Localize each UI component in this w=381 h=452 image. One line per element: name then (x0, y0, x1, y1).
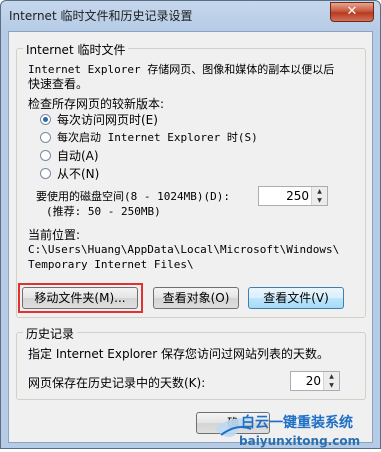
disk-space-label: 要使用的磁盘空间(8 - 1024MB)(D): (36, 190, 230, 203)
close-button[interactable]: ✕ (330, 2, 374, 22)
watermark: 白云一键重装系统 baiyunxitong.com (211, 409, 381, 449)
watermark-url: baiyunxitong.com (239, 434, 360, 448)
disk-space-value: 250 (286, 189, 309, 203)
radio-label: 每次启动 Internet Explorer 时(S) (57, 131, 258, 144)
radio-every-visit[interactable]: 每次访问网页时(E) (40, 111, 158, 127)
temp-files-group: Internet 临时文件 Internet Explorer 存储网页、图像和… (16, 41, 366, 318)
temp-files-group-label: Internet 临时文件 (23, 41, 129, 58)
location-path-line1: C:\Users\Huang\AppData\Local\Microsoft\W… (28, 243, 340, 256)
temp-files-description-line2: 快速查看。 (28, 77, 89, 91)
watermark-logo: 白云一键重装系统 baiyunxitong.com (215, 414, 360, 448)
spin-up-icon[interactable]: ▲ (312, 187, 327, 196)
title-bar[interactable]: Internet 临时文件和历史记录设置 ✕ (1, 1, 380, 29)
location-path-line2: Temporary Internet Files\ (28, 258, 194, 271)
spin-down-icon[interactable]: ▼ (324, 381, 339, 390)
history-description: 指定 Internet Explorer 保存您访问过网站列表的天数。 (28, 347, 330, 361)
history-group-label: 历史记录 (23, 325, 78, 342)
radio-label: 从不(N) (57, 166, 100, 181)
radio-indicator[interactable] (40, 149, 51, 161)
spinner-arrows[interactable]: ▲ ▼ (311, 187, 327, 205)
dialog-window: Internet 临时文件和历史记录设置 ✕ Internet 临时文件 Int… (0, 0, 381, 449)
move-folder-button[interactable]: 移动文件夹(M)... (22, 287, 138, 309)
radio-label: 自动(A) (57, 148, 99, 163)
radio-indicator[interactable] (40, 131, 51, 143)
radio-indicator[interactable] (40, 113, 51, 125)
spin-down-icon[interactable]: ▼ (312, 196, 327, 205)
dialog-client-area: Internet 临时文件 Internet Explorer 存储网页、图像和… (8, 31, 373, 443)
spin-up-icon[interactable]: ▲ (324, 372, 339, 381)
window-title: Internet 临时文件和历史记录设置 (9, 9, 193, 23)
location-label: 当前位置: (28, 228, 81, 242)
history-group: 历史记录 指定 Internet Explorer 保存您访问过网站列表的天数。… (16, 325, 366, 400)
disk-space-hint: (推荐: 50 - 250MB) (46, 205, 161, 218)
view-files-button[interactable]: 查看文件(V) (248, 287, 344, 309)
radio-label: 每次访问网页时(E) (57, 112, 158, 127)
radio-never[interactable]: 从不(N) (40, 165, 99, 181)
view-objects-button[interactable]: 查看对象(O) (153, 287, 239, 309)
history-days-value: 20 (305, 374, 321, 388)
close-icon: ✕ (346, 4, 358, 19)
check-newer-label: 检查所存网页的较新版本: (28, 97, 165, 111)
history-days-label: 网页保存在历史记录中的天数(K): (28, 376, 206, 390)
history-days-spinner[interactable]: 20 ▲ ▼ (290, 371, 340, 391)
radio-automatic[interactable]: 自动(A) (40, 147, 99, 163)
radio-indicator[interactable] (40, 167, 51, 179)
spinner-arrows[interactable]: ▲ ▼ (323, 372, 339, 390)
radio-every-start[interactable]: 每次启动 Internet Explorer 时(S) (40, 129, 258, 145)
watermark-brand: 白云一键重装系统 (241, 414, 353, 431)
disk-space-spinner[interactable]: 250 ▲ ▼ (258, 186, 328, 206)
